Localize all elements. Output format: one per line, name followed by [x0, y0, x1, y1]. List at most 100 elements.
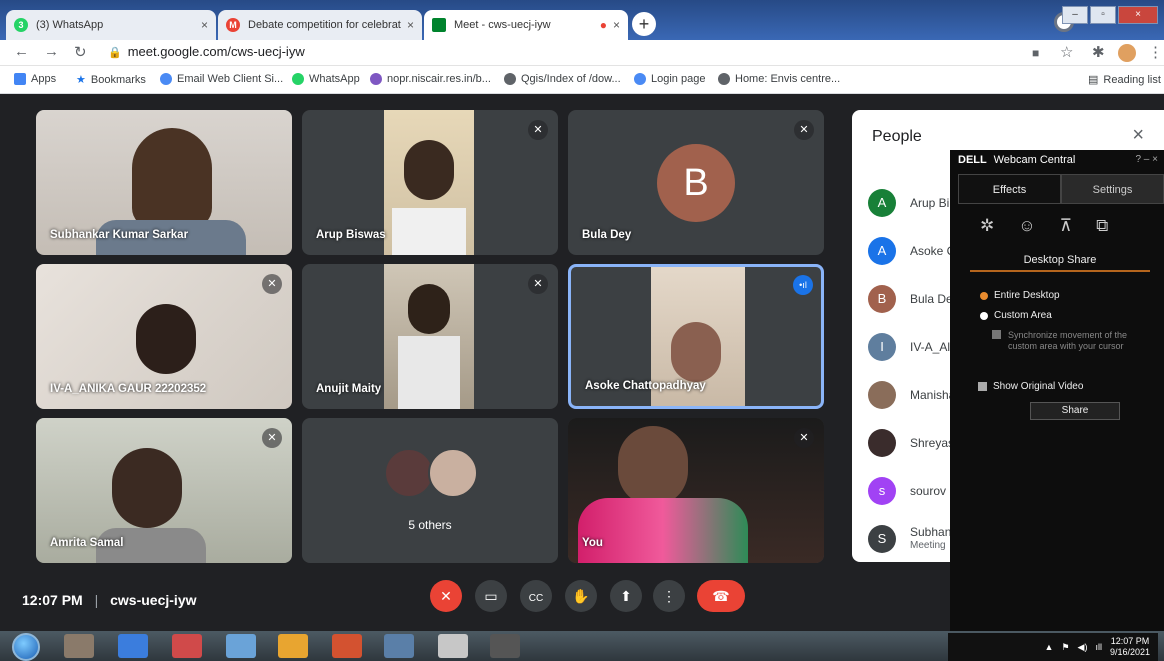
ie-icon[interactable] [118, 634, 148, 658]
tab-whatsapp[interactable]: 3 (3) WhatsApp × [6, 10, 216, 40]
participant-name: Bula Dey [582, 229, 632, 241]
participant-tile[interactable]: Subhankar Kumar Sarkar [36, 110, 292, 255]
participant-tile[interactable]: ✕ IV-A_ANIKA GAUR 22202352 [36, 264, 292, 409]
webcam-icon[interactable] [490, 634, 520, 658]
tab-meet[interactable]: Meet - cws-uecj-iyw ● × [424, 10, 628, 40]
camera-toggle-button[interactable]: ▭ [475, 580, 507, 612]
window-controls[interactable]: ? – × [1135, 154, 1158, 165]
start-button[interactable] [12, 633, 40, 661]
back-icon[interactable]: ← [14, 43, 29, 60]
desktop-share-icon[interactable]: ⧉ [1096, 216, 1108, 236]
camera-in-use-icon[interactable]: ■ [1032, 46, 1039, 60]
bookmark-label: Apps [31, 73, 57, 85]
bookmark-label: nopr.niscair.res.in/b... [387, 73, 491, 85]
close-window-button[interactable]: × [1118, 6, 1158, 24]
option-entire-desktop[interactable]: Entire Desktop [980, 290, 1060, 301]
presentation-icon[interactable]: ⊼ [1060, 216, 1072, 236]
self-tile[interactable]: ✕ You [568, 418, 824, 563]
mask-icon[interactable]: ☺ [1018, 216, 1035, 236]
powerpoint-icon[interactable] [332, 634, 362, 658]
bookmark-apps[interactable]: Apps [14, 73, 56, 85]
document-icon[interactable] [438, 634, 468, 658]
close-icon[interactable]: × [1132, 124, 1144, 147]
app-icon[interactable] [384, 634, 414, 658]
raise-hand-button[interactable]: ✋ [565, 580, 597, 612]
chrome-icon[interactable] [278, 634, 308, 658]
bookmark-qgis[interactable]: Qgis/Index of /dow... [504, 73, 621, 85]
bookmark-whatsapp[interactable]: WhatsApp [292, 73, 360, 85]
mic-off-icon: ✕ [262, 274, 282, 294]
film-icon[interactable]: ✲ [980, 216, 994, 236]
reading-list-button[interactable]: ▤ Reading list [1088, 73, 1161, 87]
participant-list-item[interactable]: Manisha [868, 380, 955, 410]
participant-tile[interactable]: •ıl Asoke Chattopadhyay [568, 264, 824, 409]
taskbar-app-icon[interactable] [64, 634, 94, 658]
app-icon[interactable] [172, 634, 202, 658]
avatar[interactable] [1118, 44, 1136, 62]
participant-video [578, 498, 748, 563]
volume-icon[interactable]: ◀) [1078, 642, 1088, 653]
participant-tile[interactable]: B ✕ Bula Dey [568, 110, 824, 255]
option-custom-area[interactable]: Custom Area [980, 310, 1052, 321]
avatar: A [868, 189, 896, 217]
participant-name: Asoke C [910, 243, 956, 258]
mic-off-icon: ✕ [794, 120, 814, 140]
bookmark-login[interactable]: Login page [634, 73, 705, 85]
tab-gmail[interactable]: M Debate competition for celebrati × [218, 10, 422, 40]
participant-name: Arup Bi [910, 195, 950, 210]
more-options-button[interactable]: ⋮ [653, 580, 685, 612]
participant-list-item[interactable]: I IV-A_Al [868, 332, 950, 362]
app-icon[interactable] [226, 634, 256, 658]
close-icon[interactable]: × [407, 18, 414, 32]
tab-effects[interactable]: Effects [958, 174, 1061, 204]
participant-tile[interactable]: ✕ Anujit Maity [302, 264, 558, 409]
participant-tile[interactable]: ✕ Amrita Samal [36, 418, 292, 563]
participant-list-item[interactable]: s sourov [868, 476, 946, 506]
mic-toggle-button[interactable]: ✕ [430, 580, 462, 612]
tray-chevron-icon[interactable]: ▲ [1045, 642, 1054, 652]
bookmark-star-icon[interactable]: ☆ [1060, 43, 1073, 61]
close-icon[interactable]: × [613, 18, 620, 32]
meet-icon [432, 18, 446, 32]
participant-tile[interactable]: ✕ Arup Biswas [302, 110, 558, 255]
window-controls: – ▫ × [1062, 6, 1158, 24]
avatar [868, 381, 896, 409]
minimize-button[interactable]: – [1062, 6, 1088, 24]
share-button[interactable]: Share [1030, 402, 1120, 420]
new-tab-button[interactable]: + [632, 12, 656, 36]
participant-name: Manisha [910, 387, 956, 402]
tray-flag-icon[interactable]: ⚑ [1061, 642, 1069, 653]
participant-list-item[interactable]: A Asoke C [868, 236, 955, 266]
participant-list-item[interactable]: A Arup Bi [868, 188, 949, 218]
tool-icon [370, 73, 382, 85]
bookmark-bookmarks[interactable]: ★ Bookmarks [76, 73, 146, 87]
captions-button[interactable]: CC [520, 580, 552, 612]
participant-list-item[interactable]: S Subhan Meeting [868, 524, 951, 554]
close-icon[interactable]: × [201, 18, 208, 32]
forward-icon[interactable]: → [44, 43, 59, 60]
participant-name: IV-A_ANIKA GAUR 22202352 [50, 383, 207, 395]
bookmark-envis[interactable]: Home: Envis centre... [718, 73, 840, 85]
taskbar-clock[interactable]: 12:07 PM 9/16/2021 [1110, 636, 1150, 658]
tab-settings[interactable]: Settings [1061, 174, 1164, 204]
bookmark-nopr[interactable]: nopr.niscair.res.in/b... [370, 73, 491, 85]
avatar: s [868, 477, 896, 505]
bookmark-label: Bookmarks [90, 73, 146, 86]
bookmark-email[interactable]: Email Web Client Si... [160, 73, 283, 85]
tab-title: Meet - cws-uecj-iyw [454, 19, 551, 31]
participant-list-item[interactable]: Shreyas [868, 428, 954, 458]
maximize-button[interactable]: ▫ [1090, 6, 1116, 24]
participant-list-item[interactable]: B Bula De [868, 284, 953, 314]
end-call-button[interactable]: ☎ [697, 580, 745, 612]
reload-icon[interactable]: ↻ [74, 43, 87, 61]
address-bar[interactable]: 🔒 meet.google.com/cws-uecj-iyw [108, 44, 305, 59]
extensions-icon[interactable]: ✱ [1092, 43, 1105, 61]
apps-icon [14, 73, 26, 85]
show-original-option[interactable]: Show Original Video [978, 381, 1083, 392]
others-tile[interactable]: 5 others [302, 418, 558, 563]
bookmark-label: Email Web Client Si... [177, 73, 284, 85]
menu-icon[interactable]: ⋮ [1148, 43, 1163, 61]
sync-checkbox[interactable] [992, 330, 1001, 339]
network-icon[interactable]: ıll [1095, 642, 1102, 652]
present-button[interactable]: ⬆ [610, 580, 642, 612]
